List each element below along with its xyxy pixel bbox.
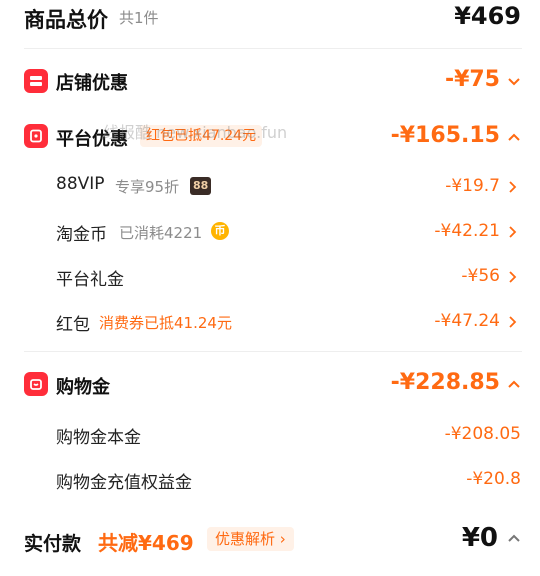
coin-label: 淘金币 <box>56 225 107 245</box>
divider <box>24 48 522 49</box>
shop-discount-label: 店铺优惠 <box>56 73 128 94</box>
platform-icon <box>24 124 48 148</box>
chevron-up-icon[interactable] <box>507 377 521 391</box>
payment-label: 实付款 <box>24 533 82 555</box>
total-saved: 共减¥469 <box>98 531 194 555</box>
chevron-up-icon[interactable] <box>507 130 521 144</box>
gold-principal-amount: -¥208.05 <box>444 424 521 444</box>
88vip-badge-icon: 88 <box>190 177 212 195</box>
gold-bonus-amount: -¥20.8 <box>466 469 521 489</box>
discount-analysis-button[interactable]: 优惠解析 › <box>207 527 294 551</box>
chevron-up-icon[interactable] <box>507 531 521 545</box>
pay-amount: ¥0 <box>461 523 498 553</box>
platform-discount-amount[interactable]: -¥165.15 <box>391 123 500 148</box>
coin-note: 已消耗4221 <box>119 224 203 242</box>
shop-discount-amount[interactable]: -¥75 <box>445 67 500 92</box>
shop-icon <box>24 69 48 93</box>
vip-amount[interactable]: -¥19.7 <box>445 176 500 196</box>
shopping-gold-icon <box>24 372 48 396</box>
page-title: 商品总价 <box>24 8 108 32</box>
chevron-right-icon[interactable] <box>505 225 519 239</box>
redpack-note: 消费券已抵41.24元 <box>99 314 232 332</box>
coin-icon: 币 <box>211 222 229 240</box>
vip-note: 专享95折 <box>115 178 180 196</box>
divider <box>24 351 522 352</box>
chevron-right-icon[interactable] <box>505 270 519 284</box>
chevron-right-icon: › <box>279 530 286 548</box>
redpack-amount[interactable]: -¥47.24 <box>434 311 500 331</box>
chevron-right-icon[interactable] <box>505 180 519 194</box>
vip-label: 88VIP <box>56 174 105 194</box>
shopping-gold-label: 购物金 <box>56 377 110 398</box>
chevron-right-icon[interactable] <box>505 315 519 329</box>
gold-principal-label: 购物金本金 <box>56 428 141 448</box>
chevron-down-icon[interactable] <box>507 75 521 89</box>
coin-amount[interactable]: -¥42.21 <box>434 221 500 241</box>
gold-bonus-label: 购物金充值权益金 <box>56 473 192 493</box>
total-price: ¥469 <box>454 2 521 30</box>
gift-label: 平台礼金 <box>56 270 124 290</box>
shopping-gold-amount[interactable]: -¥228.85 <box>391 370 500 395</box>
discount-analysis-label: 优惠解析 <box>215 530 276 548</box>
watermark: 线报酷 new.xianbao.fun <box>103 123 288 142</box>
gift-amount[interactable]: -¥56 <box>461 266 500 286</box>
redpack-label: 红包 <box>56 315 90 335</box>
item-count: 共1件 <box>119 9 159 27</box>
